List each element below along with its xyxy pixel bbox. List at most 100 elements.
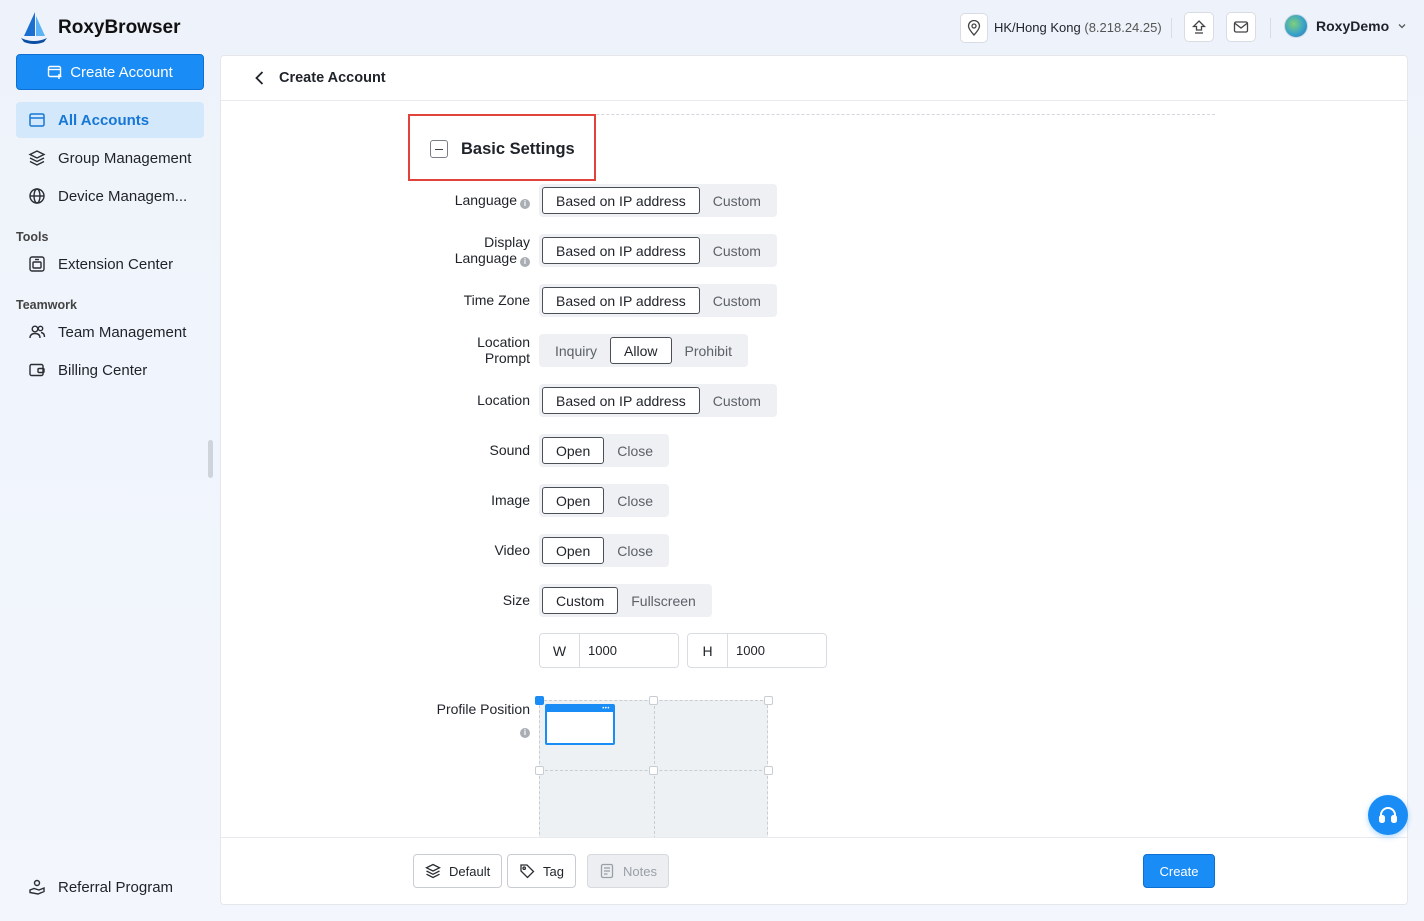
location-name: HK/Hong Kong: [994, 20, 1081, 35]
option-close[interactable]: Close: [604, 487, 666, 514]
sidebar-item-extension-center[interactable]: Extension Center: [16, 246, 204, 282]
height-prefix: H: [688, 634, 728, 667]
time-zone-label: Time Zone: [463, 292, 530, 308]
notes-label: Notes: [623, 863, 657, 879]
option-allow[interactable]: Allow: [610, 337, 672, 364]
option-custom[interactable]: Custom: [700, 237, 774, 264]
display-language-label: Display Language i: [455, 234, 530, 267]
sidebar: RoxyBrowser Create Account All Accounts …: [0, 0, 216, 921]
option-custom[interactable]: Custom: [700, 387, 774, 414]
accounts-icon: [29, 113, 45, 127]
field-label-text: Display: [484, 234, 530, 250]
sidebar-item-referral-program[interactable]: Referral Program: [16, 869, 204, 905]
tag-icon: [520, 864, 535, 879]
referral-icon: [29, 879, 45, 895]
page-title: Create Account: [279, 70, 386, 86]
mail-icon: [1233, 21, 1249, 33]
sound-selector: Open Close: [539, 434, 670, 467]
sidebar-item-all-accounts[interactable]: All Accounts: [16, 102, 204, 138]
option-open[interactable]: Open: [542, 437, 605, 464]
collapse-icon[interactable]: [430, 140, 448, 158]
create-button[interactable]: Create: [1143, 854, 1215, 888]
location-selector: Based on IP address Custom: [539, 384, 777, 417]
sidebar-item-label: All Accounts: [58, 111, 150, 129]
create-account-panel: Create Account Basic Settings Language i …: [220, 55, 1408, 905]
sidebar-item-label: Referral Program: [58, 878, 174, 896]
customer-support-button[interactable]: [1368, 795, 1408, 835]
height-value[interactable]: 1000: [728, 634, 826, 667]
section-title: Basic Settings: [461, 140, 575, 158]
option-close[interactable]: Close: [604, 437, 666, 464]
tag-button[interactable]: Tag: [507, 854, 576, 888]
field-label-text: Language: [454, 192, 517, 208]
location-prompt-label: Location Prompt: [477, 334, 530, 366]
option-open[interactable]: Open: [542, 537, 605, 564]
position-handle-center[interactable]: [649, 766, 658, 775]
divider: [1270, 18, 1271, 38]
location-button[interactable]: [960, 13, 988, 43]
info-icon[interactable]: i: [520, 199, 530, 209]
field-label-text: Location: [477, 334, 530, 350]
teamwork-heading: Teamwork: [16, 298, 77, 312]
location-pin-icon: [967, 20, 981, 36]
panel-footer: Default Tag Notes Create: [221, 837, 1407, 904]
user-name: RoxyDemo: [1316, 18, 1390, 34]
info-icon[interactable]: i: [520, 257, 530, 267]
user-menu[interactable]: RoxyDemo: [1284, 14, 1407, 38]
divider: [1171, 18, 1172, 38]
sidebar-item-group-management[interactable]: Group Management: [16, 140, 204, 176]
option-based-on-ip[interactable]: Based on IP address: [542, 287, 700, 314]
sidebar-item-label: Billing Center: [58, 361, 148, 379]
option-based-on-ip[interactable]: Based on IP address: [542, 387, 700, 414]
option-custom[interactable]: Custom: [700, 287, 774, 314]
option-based-on-ip[interactable]: Based on IP address: [542, 237, 700, 264]
brand: RoxyBrowser: [18, 10, 181, 46]
notes-icon: [600, 863, 614, 879]
avatar: [1284, 14, 1308, 38]
location-prompt-selector: Inquiry Allow Prohibit: [539, 334, 748, 367]
create-account-label: Create Account: [70, 63, 173, 81]
app-name: RoxyBrowser: [58, 17, 181, 38]
sidebar-item-team-management[interactable]: Team Management: [16, 314, 204, 350]
position-handle-middle-right[interactable]: [764, 766, 773, 775]
option-fullscreen[interactable]: Fullscreen: [618, 587, 709, 614]
option-based-on-ip[interactable]: Based on IP address: [542, 187, 700, 214]
notes-button[interactable]: Notes: [587, 854, 669, 888]
create-account-button[interactable]: Create Account: [16, 54, 204, 90]
location-ip: (8.218.24.25): [1084, 20, 1162, 35]
sidebar-item-device-management[interactable]: Device Managem...: [16, 178, 204, 214]
position-handle-top-left[interactable]: [535, 696, 544, 705]
messages-button[interactable]: [1226, 12, 1256, 42]
sidebar-item-billing-center[interactable]: Billing Center: [16, 352, 204, 388]
sidebar-item-label: Device Managem...: [58, 187, 188, 205]
image-label: Image: [491, 492, 530, 508]
window-controls-icon: •••: [602, 706, 610, 712]
width-prefix: W: [540, 634, 580, 667]
chevron-down-icon: [1398, 24, 1406, 29]
sidebar-item-label: Extension Center: [58, 255, 174, 273]
tools-heading: Tools: [16, 230, 49, 244]
sidebar-item-label: Group Management: [58, 149, 192, 167]
option-open[interactable]: Open: [542, 487, 605, 514]
position-handle-top-right[interactable]: [764, 696, 773, 705]
option-custom[interactable]: Custom: [542, 587, 619, 614]
option-prohibit[interactable]: Prohibit: [672, 337, 745, 364]
size-selector: Custom Fullscreen: [539, 584, 712, 617]
option-inquiry[interactable]: Inquiry: [542, 337, 610, 364]
panel-header: Create Account: [221, 56, 1407, 101]
roxybrowser-logo-icon: [21, 12, 47, 44]
width-input[interactable]: W 1000: [539, 633, 679, 668]
upgrade-button[interactable]: [1184, 12, 1214, 42]
default-button[interactable]: Default: [413, 854, 503, 888]
profile-window-preview[interactable]: •••: [545, 704, 615, 745]
height-input[interactable]: H 1000: [687, 633, 827, 668]
sidebar-resize-handle[interactable]: [208, 440, 213, 478]
info-icon[interactable]: i: [520, 728, 530, 738]
proxy-location: HK/Hong Kong (8.218.24.25): [994, 20, 1162, 35]
option-close[interactable]: Close: [604, 537, 666, 564]
back-arrow-icon[interactable]: [251, 69, 269, 87]
position-handle-top-center[interactable]: [649, 696, 658, 705]
option-custom[interactable]: Custom: [700, 187, 774, 214]
width-value[interactable]: 1000: [580, 634, 678, 667]
position-handle-middle-left[interactable]: [535, 766, 544, 775]
